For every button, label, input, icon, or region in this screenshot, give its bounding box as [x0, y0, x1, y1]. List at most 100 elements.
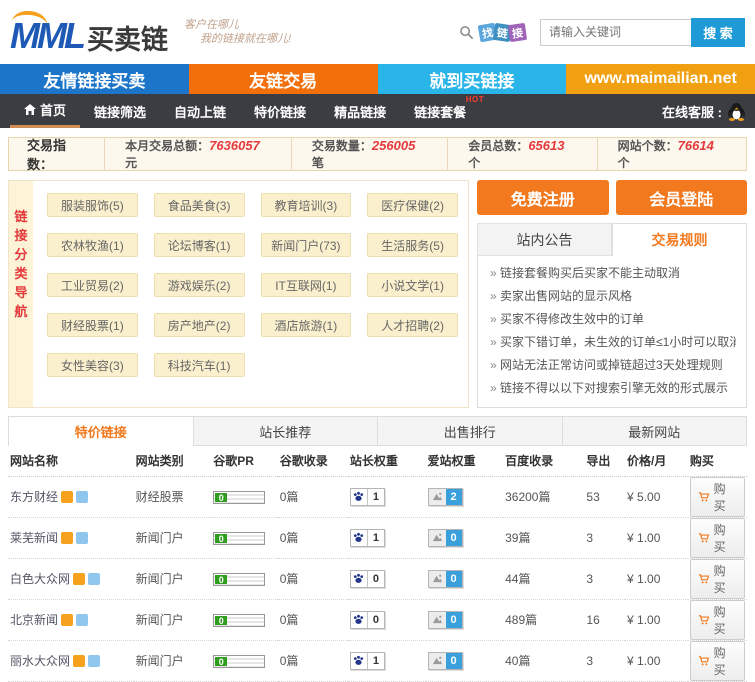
register-button[interactable]: 免费注册 [477, 180, 609, 215]
nav-item-link-packages[interactable]: 链接套餐 HOT [400, 94, 480, 128]
table-row: 丽水大众网 新闻门户 0 0篇 1 0 40篇 3 ¥ 1.00 购买 [8, 640, 747, 681]
stat-value: 256005 [372, 138, 415, 153]
buy-button[interactable]: 购买 [690, 477, 745, 517]
category-item[interactable]: 农林牧渔(1) [47, 233, 138, 257]
aizhan-value: 0 [446, 571, 462, 587]
cart-icon [698, 573, 710, 585]
baidu-indexed: 489篇 [503, 599, 584, 640]
category-item[interactable]: 科技汽车(1) [154, 353, 245, 377]
notice-tabs: 站内公告 交易规则 [477, 223, 747, 256]
category-item[interactable]: 游戏娱乐(2) [154, 273, 245, 297]
tagline-line2: 我的链接就在哪儿! [184, 32, 291, 46]
nav-item-link-filter[interactable]: 链接筛选 [80, 94, 160, 128]
category-item[interactable]: 房产地产(2) [154, 313, 245, 337]
stat-label: 交易数量： [312, 139, 372, 153]
rule-item[interactable]: 链接不得以以下对搜索引擎无效的形式展示 [490, 377, 736, 400]
site-name-link[interactable]: 丽水大众网 [10, 654, 70, 668]
site-name-link[interactable]: 东方财经 [10, 490, 58, 504]
pr-value: 0 [215, 575, 227, 584]
chinaz-weight-badge: 1 [350, 488, 385, 506]
promo-badge-icon [73, 573, 85, 585]
price-per-month: ¥ 1.00 [625, 558, 688, 599]
buy-button[interactable]: 购买 [690, 518, 745, 558]
chinaz-weight-badge: 0 [350, 570, 385, 588]
cart-icon [698, 532, 710, 544]
banner-link-trade[interactable]: 友链交易 [189, 64, 378, 94]
col-export: 导出 [584, 446, 625, 476]
buy-button[interactable]: 购买 [690, 600, 745, 640]
tagline: 客户在哪儿 我的链接就在哪儿! [184, 18, 291, 46]
tab-newest-sites[interactable]: 最新网站 [563, 416, 748, 446]
price-per-month: ¥ 1.00 [625, 599, 688, 640]
stat-label: 网站个数： [618, 139, 678, 153]
nav-item-premium-links[interactable]: 精品链接 [320, 94, 400, 128]
category-item[interactable]: 工业贸易(2) [47, 273, 138, 297]
site-logo[interactable]: MML 买卖链 [10, 10, 168, 54]
site-name-link[interactable]: 莱芜新闻 [10, 531, 58, 545]
banner-buy-links[interactable]: 就到买链接 [378, 64, 567, 94]
category-item[interactable]: 女性美容(3) [47, 353, 138, 377]
buy-button[interactable]: 购买 [690, 641, 745, 681]
link-badge-icon [76, 532, 88, 544]
category-item[interactable]: 论坛博客(1) [154, 233, 245, 257]
export-count: 3 [584, 558, 625, 599]
buy-label: 购买 [714, 603, 737, 637]
category-item[interactable]: 酒店旅游(1) [261, 313, 352, 337]
col-google-pr: 谷歌PR [211, 446, 278, 476]
aizhan-weight-badge: 0 [428, 652, 463, 670]
category-item[interactable]: 食品美食(3) [154, 193, 245, 217]
banner-friend-links[interactable]: 友情链接买卖 [0, 64, 189, 94]
tab-trade-rules[interactable]: 交易规则 [612, 223, 747, 256]
qq-penguin-icon[interactable] [728, 102, 745, 121]
google-indexed: 0篇 [278, 640, 348, 681]
tab-special-links[interactable]: 特价链接 [8, 416, 194, 446]
tab-sales-ranking[interactable]: 出售排行 [378, 416, 563, 446]
search-button[interactable]: 搜 索 [691, 18, 745, 47]
hot-badge: HOT [466, 95, 484, 104]
stat-trade-count: 交易数量：256005 笔 [291, 137, 447, 171]
links-table: 网站名称 网站类别 谷歌PR 谷歌收录 站长权重 爱站权重 百度收录 导出 价格… [8, 446, 747, 682]
category-item[interactable]: 财经股票(1) [47, 313, 138, 337]
rule-item[interactable]: 链接套餐购买后买家不能主动取消 [490, 262, 736, 285]
category-item[interactable]: 人才招聘(2) [367, 313, 458, 337]
buy-label: 购买 [714, 521, 737, 555]
category-item[interactable]: 教育培训(3) [261, 193, 352, 217]
rule-item[interactable]: 买家下错订单，未生效的订单≤1小时可以取消 [490, 331, 736, 354]
price-per-month: ¥ 5.00 [625, 476, 688, 517]
nav-item-home[interactable]: 首页 [10, 94, 80, 128]
site-name-link[interactable]: 白色大众网 [10, 572, 70, 586]
table-row: 北京新闻 新闻门户 0 0篇 0 0 489篇 16 ¥ 1.00 购买 [8, 599, 747, 640]
pr-value: 0 [215, 534, 227, 543]
tile-connect-icon: 接 [508, 22, 527, 41]
export-count: 3 [584, 517, 625, 558]
buy-button[interactable]: 购买 [690, 559, 745, 599]
site-name-link[interactable]: 北京新闻 [10, 613, 58, 627]
tab-announcements[interactable]: 站内公告 [477, 223, 612, 256]
login-button[interactable]: 会员登陆 [616, 180, 748, 215]
link-badge-icon [88, 573, 100, 585]
category-item[interactable]: 医疗保健(2) [367, 193, 458, 217]
rule-item[interactable]: 网站无法正常访问或掉链超过3天处理规则 [490, 354, 736, 377]
nav-item-special-links[interactable]: 特价链接 [240, 94, 320, 128]
col-site-name: 网站名称 [8, 446, 134, 476]
category-item[interactable]: 服装服饰(5) [47, 193, 138, 217]
search-input[interactable] [540, 19, 692, 46]
stat-value: 7636057 [209, 138, 260, 153]
rule-item[interactable]: 卖家出售网站的显示风格 [490, 285, 736, 308]
category-item[interactable]: IT互联网(1) [261, 273, 352, 297]
home-icon [24, 104, 36, 115]
stat-label: 会员总数： [468, 139, 528, 153]
category-item[interactable]: 新闻门户(73) [261, 233, 352, 257]
promo-badge-icon [61, 532, 73, 544]
chinaz-weight-badge: 0 [350, 611, 385, 629]
promo-banner: 友情链接买卖 友链交易 就到买链接 www.maimailian.net [0, 64, 755, 94]
rule-item[interactable]: 买家不得修改生效中的订单 [490, 308, 736, 331]
banner-site-url[interactable]: www.maimailian.net [566, 64, 755, 94]
category-item[interactable]: 小说文学(1) [367, 273, 458, 297]
stat-value: 76614 [678, 138, 714, 153]
stat-unit: 个 [618, 156, 630, 170]
category-item[interactable]: 生活服务(5) [367, 233, 458, 257]
online-service-label: 在线客服 : [662, 102, 722, 121]
tab-webmaster-picks[interactable]: 站长推荐 [194, 416, 379, 446]
nav-item-auto-link[interactable]: 自动上链 [160, 94, 240, 128]
